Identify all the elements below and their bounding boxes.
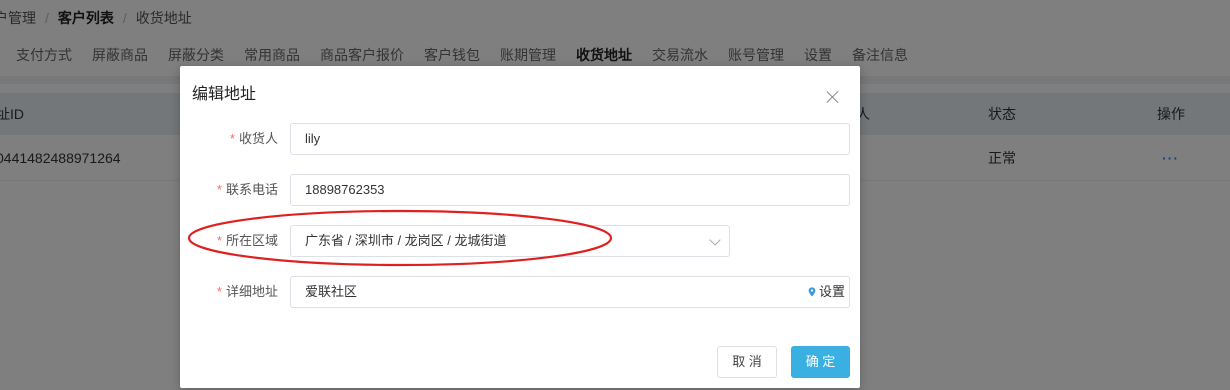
required-mark: *: [229, 131, 235, 146]
receiver-label: * 收货人: [230, 123, 278, 155]
phone-label: * 联系电话: [217, 174, 278, 206]
phone-input[interactable]: 18898762353: [290, 174, 850, 206]
form-row-receiver: * 收货人 lily: [180, 123, 860, 155]
form-row-address: * 详细地址 爱联社区 设置: [180, 276, 860, 308]
address-input[interactable]: 爱联社区 设置: [290, 276, 850, 308]
confirm-button[interactable]: 确 定: [791, 346, 850, 378]
receiver-label-text: 收货人: [238, 131, 278, 146]
form-row-phone: * 联系电话 18898762353: [180, 174, 860, 206]
address-label: * 详细地址: [217, 276, 278, 308]
chevron-down-icon[interactable]: [709, 234, 721, 246]
required-mark: *: [216, 284, 222, 299]
receiver-input[interactable]: lily: [290, 123, 850, 155]
highlight-ellipse-annotation: [187, 209, 613, 267]
required-mark: *: [216, 182, 222, 197]
address-label-text: 详细地址: [225, 284, 278, 299]
address-value: 爱联社区: [305, 284, 358, 299]
set-location-button[interactable]: 设置: [807, 277, 845, 307]
dialog-title: 编辑地址: [192, 86, 257, 103]
location-pin-icon: [808, 287, 816, 297]
close-icon[interactable]: [826, 90, 840, 104]
cancel-button[interactable]: 取 消: [717, 346, 777, 378]
set-location-label: 设置: [818, 284, 845, 299]
phone-label-text: 联系电话: [225, 182, 278, 197]
